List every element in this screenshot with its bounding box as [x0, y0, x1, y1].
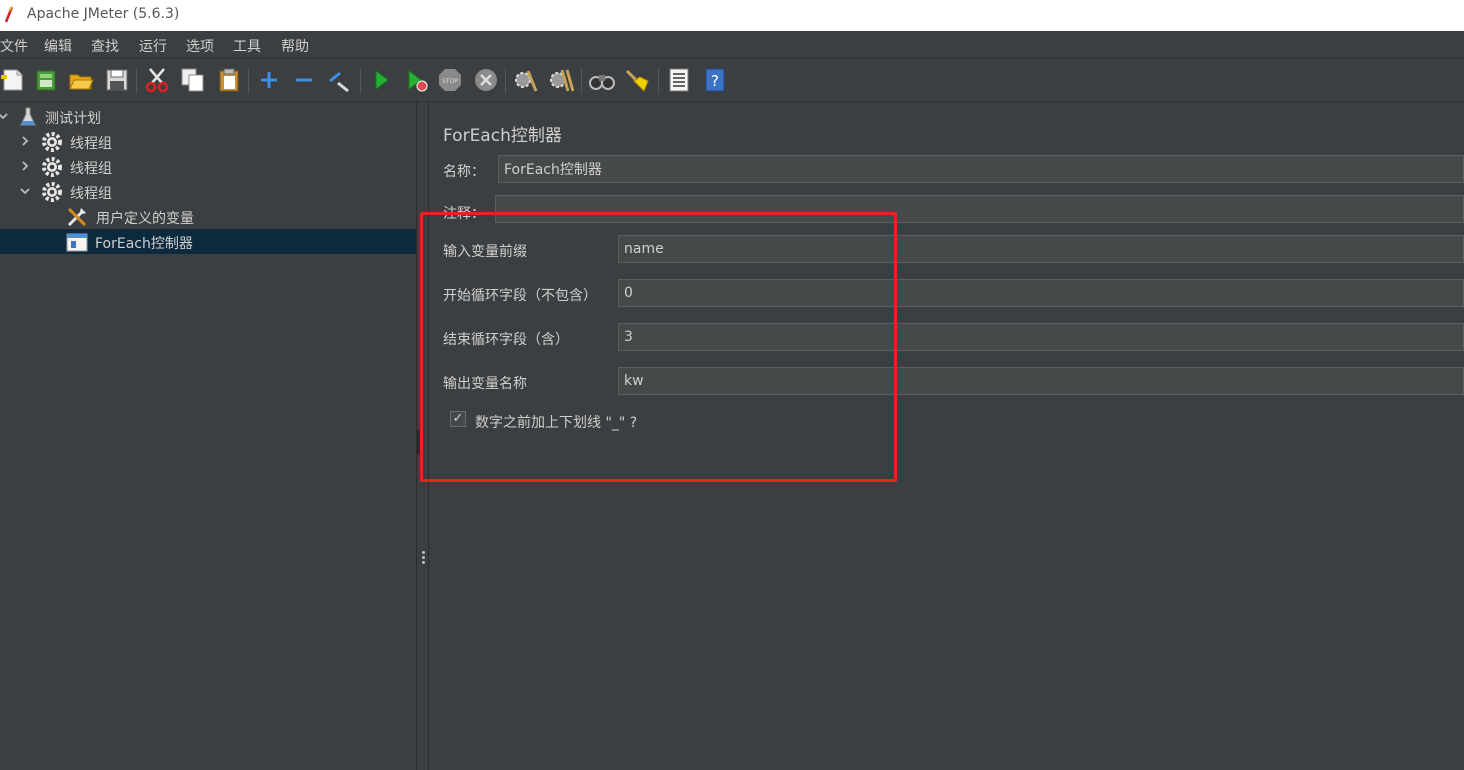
start-index-label: 开始循环字段（不包含）	[443, 288, 597, 304]
stop-icon[interactable]: STOP	[437, 67, 463, 93]
svg-text:?: ?	[711, 72, 719, 90]
chevron-right-icon[interactable]	[19, 135, 31, 147]
menu-bar: 文件 编辑 查找 运行 选项 工具 帮助	[0, 31, 1464, 59]
jmeter-feather-icon	[4, 6, 14, 23]
tree-item-user-defined-variables[interactable]: 用户定义的变量	[0, 204, 416, 229]
gear-icon	[42, 157, 62, 177]
collapse-icon[interactable]	[291, 67, 317, 93]
cut-icon[interactable]	[144, 67, 170, 93]
tree-item-label: 线程组	[70, 186, 112, 202]
tools-icon	[67, 207, 87, 227]
menu-help[interactable]: 帮助	[281, 36, 309, 56]
test-plan-tree: 测试计划 线程组 线程组 线程组 用户定义的变量 ForEach控制器	[0, 102, 417, 770]
start-no-pauses-icon[interactable]	[403, 67, 429, 93]
split-pane-divider[interactable]	[417, 102, 429, 770]
toolbar-separator	[248, 68, 249, 94]
end-index-label: 结束循环字段（含）	[443, 332, 569, 348]
underscore-checkbox[interactable]: ✓	[450, 411, 466, 427]
start-index-field[interactable]	[618, 279, 1464, 307]
tree-item-foreach-controller[interactable]: ForEach控制器	[0, 229, 416, 254]
toolbar-separator	[136, 68, 137, 94]
name-label: 名称：	[443, 164, 485, 180]
comment-field[interactable]	[495, 195, 1464, 223]
tree-item-thread-group[interactable]: 线程组	[0, 154, 416, 179]
name-field[interactable]	[498, 155, 1464, 183]
open-icon[interactable]	[68, 67, 94, 93]
toolbar-separator	[360, 68, 361, 94]
menu-tools[interactable]: 工具	[233, 36, 261, 56]
shutdown-icon[interactable]	[473, 67, 499, 93]
toggle-icon[interactable]	[326, 67, 352, 93]
input-prefix-field[interactable]	[618, 235, 1464, 263]
controller-icon	[66, 233, 88, 252]
paste-icon[interactable]	[216, 67, 242, 93]
panel-title: ForEach控制器	[443, 126, 562, 146]
menu-run[interactable]: 运行	[139, 36, 167, 56]
tree-item-label: 用户定义的变量	[96, 211, 194, 227]
window-title: Apache JMeter (5.6.3)	[27, 6, 180, 22]
comment-label: 注释：	[443, 206, 485, 222]
search-icon[interactable]	[589, 67, 615, 93]
tree-item-thread-group[interactable]: 线程组	[0, 129, 416, 154]
expand-icon[interactable]	[256, 67, 282, 93]
save-icon[interactable]	[104, 67, 130, 93]
copy-icon[interactable]	[180, 67, 206, 93]
output-var-label: 输出变量名称	[443, 376, 527, 392]
chevron-down-icon[interactable]	[0, 110, 9, 122]
output-var-field[interactable]	[618, 367, 1464, 395]
clear-icon[interactable]	[512, 67, 538, 93]
menu-options[interactable]: 选项	[186, 36, 214, 56]
menu-search[interactable]: 查找	[91, 36, 119, 56]
tree-item-label: 线程组	[70, 161, 112, 177]
toolbar-separator	[581, 68, 582, 94]
start-icon[interactable]	[368, 67, 394, 93]
new-icon[interactable]	[0, 67, 26, 93]
test-plan-icon	[20, 107, 36, 126]
toolbar-separator	[505, 68, 506, 94]
tree-item-test-plan[interactable]: 测试计划	[0, 104, 416, 129]
grip-dot	[422, 561, 425, 564]
toolbar: STOP ?	[0, 59, 1464, 102]
help-icon[interactable]: ?	[702, 67, 728, 93]
gear-icon	[42, 132, 62, 152]
end-index-field[interactable]	[618, 323, 1464, 351]
tree-item-label: 线程组	[70, 136, 112, 152]
tree-item-label: ForEach控制器	[95, 236, 193, 252]
tree-item-thread-group[interactable]: 线程组	[0, 179, 416, 204]
title-bar: Apache JMeter (5.6.3)	[0, 0, 1464, 31]
underscore-checkbox-label[interactable]: 数字之前加上下划线 "_" ?	[475, 412, 637, 432]
function-helper-icon[interactable]	[666, 67, 692, 93]
chevron-down-icon[interactable]	[19, 185, 31, 197]
controller-editor: ForEach控制器 名称： 注释： 输入变量前缀 开始循环字段（不包含） 结束…	[429, 102, 1464, 770]
divider-nub	[417, 430, 420, 454]
grip-dot	[422, 551, 425, 554]
input-prefix-label: 输入变量前缀	[443, 244, 527, 260]
grip-dot	[422, 556, 425, 559]
clear-all-icon[interactable]	[548, 67, 574, 93]
toolbar-separator	[658, 68, 659, 94]
menu-file[interactable]: 文件	[0, 36, 28, 56]
svg-text:STOP: STOP	[442, 78, 458, 85]
chevron-right-icon[interactable]	[19, 160, 31, 172]
reset-search-icon[interactable]	[624, 67, 650, 93]
tree-item-label: 测试计划	[45, 111, 101, 127]
menu-edit[interactable]: 编辑	[44, 36, 72, 56]
gear-icon	[42, 182, 62, 202]
templates-icon[interactable]	[33, 67, 59, 93]
